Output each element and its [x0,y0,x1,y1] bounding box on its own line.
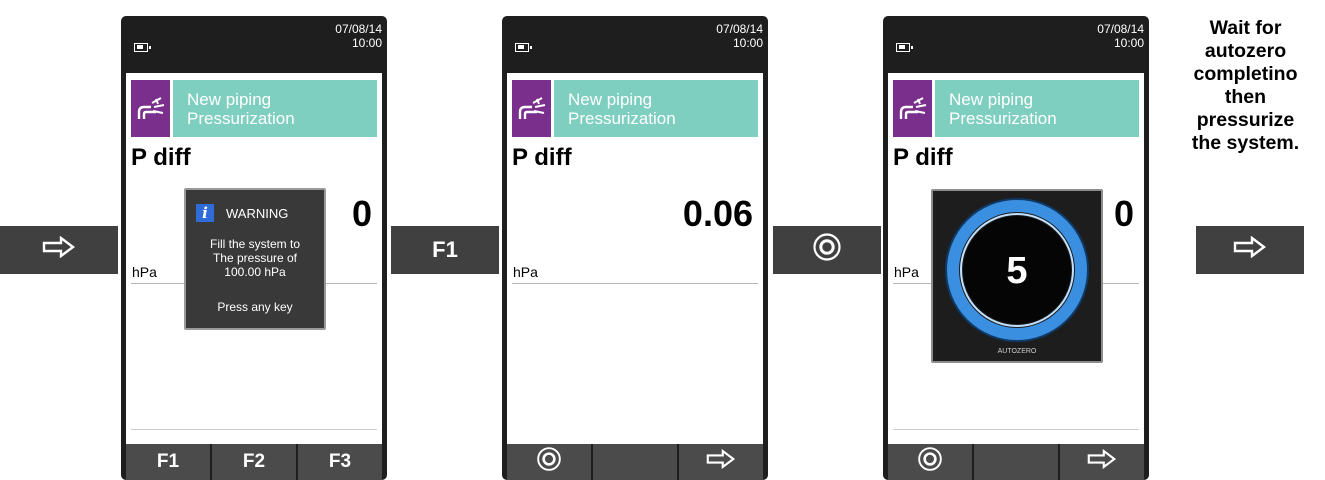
unit-label: hPa [894,264,919,280]
softkey-f3[interactable]: F3 [298,444,382,480]
circle-o-icon [812,232,842,268]
battery-icon [896,43,913,52]
menu-title-bar: New piping Pressurization [173,80,377,137]
right-arrow-icon [1087,448,1117,475]
battery-icon [134,43,151,52]
transition-arrow-button[interactable] [0,226,118,274]
pipe-pressure-icon [893,80,932,137]
final-arrow-button[interactable] [1196,226,1304,274]
instruction-line: pressurize [1196,109,1295,131]
transition-f1-button[interactable]: F1 [391,226,499,274]
title-line: New piping [568,90,653,109]
parameter-label: P diff [131,144,191,171]
info-icon: i [196,204,214,222]
softkey-f1[interactable]: F1 [126,444,210,480]
instruction-line: completino [1193,63,1298,85]
parameter-label: P diff [893,144,953,171]
f1-key-label: F1 [432,237,458,262]
title-line: New piping [187,90,272,109]
softkey-zero[interactable] [888,444,972,480]
divider [893,429,1139,430]
softkey-f2[interactable]: F2 [212,444,296,480]
title-line: Pressurization [949,109,1057,128]
autozero-dialog: 5 AUTOZERO [931,189,1103,363]
date-text: 07/08/14 [1097,22,1144,36]
softkey-next[interactable] [1060,444,1144,480]
pressure-value: 0 [1113,193,1134,234]
right-arrow-icon [42,235,76,264]
countdown-value: 5 [1006,250,1027,292]
warning-line: The pressure of [212,251,298,265]
time-text: 10:00 [1113,36,1144,50]
autozero-label: AUTOZERO [997,348,1037,355]
pressure-value: 0 [351,193,372,234]
pressure-value: 0.06 [682,193,753,234]
right-arrow-icon [706,448,736,475]
instruction-line: then [1224,86,1267,108]
pipe-pressure-icon [512,80,551,137]
battery-icon [515,43,532,52]
screen-area: New piping Pressurization P diff 0 hPa i… [126,73,382,451]
softkey-empty[interactable] [974,444,1058,480]
softkey-bar [888,444,1144,480]
warning-header: i WARNING [196,204,288,222]
warning-message: Fill the system to The pressure of 100.0… [186,237,324,279]
softkey-zero[interactable] [507,444,591,480]
device-screen-reading: 07/08/14 10:00 New piping Pressurization… [502,16,768,480]
softkey-bar [507,444,763,480]
instruction-line: autozero [1204,40,1287,62]
divider [512,283,758,284]
menu-title-bar: New piping Pressurization [935,80,1139,137]
title-line: New piping [949,90,1034,109]
warning-title: WARNING [226,205,289,221]
right-arrow-icon [1233,235,1267,264]
unit-label: hPa [132,264,157,280]
warning-line: Fill the system to [209,237,301,251]
transition-o-button[interactable] [773,226,881,274]
softkey-bar: F1 F2 F3 [126,444,382,480]
device-screen-warning: 07/08/14 10:00 New piping Pressurization… [121,16,387,480]
time-text: 10:00 [351,36,382,50]
device-screen-autozero: 07/08/14 10:00 New piping Pressurization… [883,16,1149,480]
instruction-line: Wait for [1209,17,1282,39]
instruction-text: Wait for autozero completino then pressu… [1173,17,1318,155]
screen-area: New piping Pressurization P diff 0 hPa 5… [888,73,1144,451]
screen-area: New piping Pressurization P diff 0.06 hP… [507,73,763,451]
countdown-ring: 5 [945,198,1089,342]
instruction-line: the system. [1191,132,1300,154]
circle-o-icon [917,446,943,478]
time-text: 10:00 [732,36,763,50]
parameter-label: P diff [512,144,572,171]
menu-title-bar: New piping Pressurization [554,80,758,137]
circle-o-icon [536,446,562,478]
divider [131,429,377,430]
date-text: 07/08/14 [716,22,763,36]
warning-prompt: Press any key [217,300,293,314]
status-clock: 07/08/14 10:00 [1097,22,1144,50]
warning-dialog[interactable]: i WARNING Fill the system to The pressur… [184,188,326,330]
date-text: 07/08/14 [335,22,382,36]
status-clock: 07/08/14 10:00 [335,22,382,50]
title-line: Pressurization [568,109,676,128]
unit-label: hPa [513,264,538,280]
warning-line: 100.00 hPa [224,265,286,279]
pipe-pressure-icon [131,80,170,137]
softkey-empty[interactable] [593,444,677,480]
softkey-next[interactable] [679,444,763,480]
title-line: Pressurization [187,109,295,128]
status-clock: 07/08/14 10:00 [716,22,763,50]
